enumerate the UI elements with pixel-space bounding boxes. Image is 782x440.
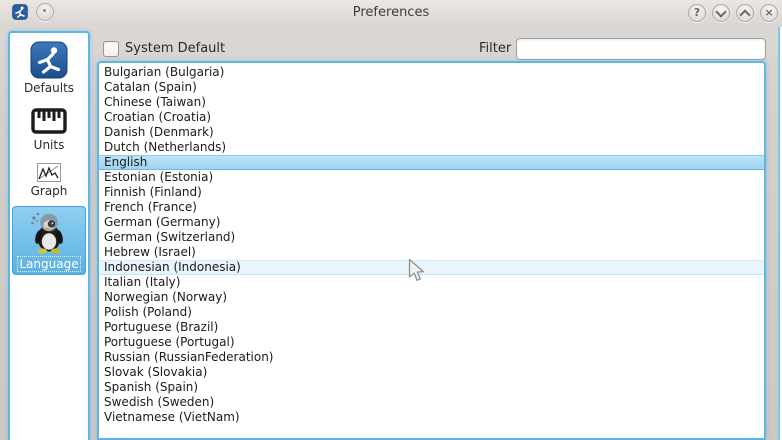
titlebar-buttons: ?× [688,4,778,22]
system-default-label[interactable]: System Default [125,41,225,56]
chevron-up-icon [739,9,750,20]
penguin-icon [28,209,70,255]
language-row[interactable]: Danish (Denmark) [99,125,764,140]
chevron-down-icon [715,6,726,17]
titlebar: Preferences ?× [0,0,782,27]
language-row[interactable]: Italian (Italy) [99,275,764,290]
close-button[interactable]: × [760,4,778,22]
sidebar-item-defaults[interactable]: Defaults [12,38,86,98]
shade-up-button[interactable] [736,4,754,22]
language-row[interactable]: Estonian (Estonia) [99,170,764,185]
language-row[interactable]: Polish (Poland) [99,305,764,320]
sidebar-item-label: Graph [31,184,68,198]
language-row[interactable]: German (Switzerland) [99,230,764,245]
graph-icon [37,163,61,182]
language-row[interactable]: Indonesian (Indonesia) [99,260,764,275]
language-row[interactable]: German (Germany) [99,215,764,230]
sidebar-item-language[interactable]: Language [12,206,86,275]
language-row[interactable]: English [99,155,764,170]
language-row[interactable]: French (France) [99,200,764,215]
window-title: Preferences [0,0,782,27]
sidebar-item-graph[interactable]: Graph [12,160,86,201]
language-row[interactable]: Dutch (Netherlands) [99,140,764,155]
sidebar-item-units[interactable]: Units [12,103,86,155]
language-row[interactable]: Bulgarian (Bulgaria) [99,65,764,80]
language-row[interactable]: Catalan (Spain) [99,80,764,95]
language-row[interactable]: Chinese (Taiwan) [99,95,764,110]
language-row[interactable]: Russian (RussianFederation) [99,350,764,365]
ruler-icon [31,106,67,136]
language-row[interactable]: Portuguese (Portugal) [99,335,764,350]
preferences-sidebar: Defaults Units Graph Language [8,31,90,440]
filter-input[interactable] [516,38,766,60]
window-right-edge [778,27,782,440]
sidebar-item-label: Language [17,256,80,272]
sidebar-item-label: Units [34,138,65,152]
language-row[interactable]: Croatian (Croatia) [99,110,764,125]
filter-label: Filter [479,41,511,56]
language-row[interactable]: Spanish (Spain) [99,380,764,395]
diver-icon [30,41,68,79]
language-list: Bulgarian (Bulgaria)Catalan (Spain)Chine… [97,61,766,440]
language-row[interactable]: Slovak (Slovakia) [99,365,764,380]
system-default-checkbox[interactable] [103,41,119,57]
language-row[interactable]: Vietnamese (VietNam) [99,410,764,425]
language-row[interactable]: Finnish (Finland) [99,185,764,200]
language-row[interactable]: Portuguese (Brazil) [99,320,764,335]
shade-down-button[interactable] [712,4,730,22]
language-row[interactable]: Norwegian (Norway) [99,290,764,305]
preferences-window: Preferences ?× DefaultsUnitsGraphLanguag… [0,0,782,440]
language-row[interactable]: Swedish (Sweden) [99,395,764,410]
help-button[interactable]: ? [688,4,706,22]
sidebar-item-label: Defaults [24,81,74,95]
language-row[interactable]: Hebrew (Israel) [99,245,764,260]
